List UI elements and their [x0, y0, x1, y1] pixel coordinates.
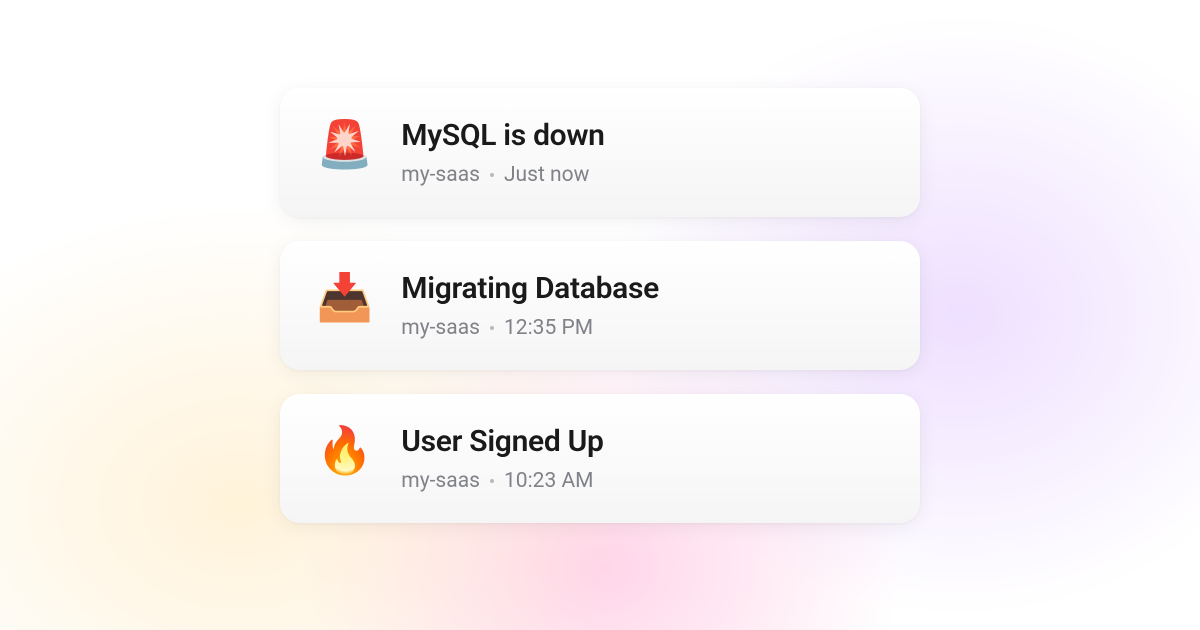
notification-card[interactable]: 🚨 MySQL is down my-saas Just now — [280, 88, 920, 217]
notification-content: User Signed Up my-saas 10:23 AM — [401, 424, 603, 493]
notification-meta: my-saas Just now — [401, 163, 604, 187]
meta-separator-icon — [490, 173, 494, 177]
notification-time: Just now — [504, 163, 589, 187]
notification-title: Migrating Database — [401, 271, 659, 306]
notification-card[interactable]: 📥 Migrating Database my-saas 12:35 PM — [280, 241, 920, 370]
notification-time: 12:35 PM — [504, 316, 593, 340]
fire-icon: 🔥 — [316, 428, 373, 474]
meta-separator-icon — [490, 326, 494, 330]
notification-meta: my-saas 12:35 PM — [401, 316, 659, 340]
notification-card[interactable]: 🔥 User Signed Up my-saas 10:23 AM — [280, 394, 920, 523]
alert-siren-icon: 🚨 — [316, 122, 373, 168]
notification-title: User Signed Up — [401, 424, 603, 459]
project-name: my-saas — [401, 316, 480, 340]
notification-title: MySQL is down — [401, 118, 604, 153]
notification-time: 10:23 AM — [504, 469, 594, 493]
meta-separator-icon — [490, 479, 494, 483]
project-name: my-saas — [401, 469, 480, 493]
notification-content: Migrating Database my-saas 12:35 PM — [401, 271, 659, 340]
inbox-download-icon: 📥 — [316, 275, 373, 321]
notification-meta: my-saas 10:23 AM — [401, 469, 603, 493]
project-name: my-saas — [401, 163, 480, 187]
notification-content: MySQL is down my-saas Just now — [401, 118, 604, 187]
